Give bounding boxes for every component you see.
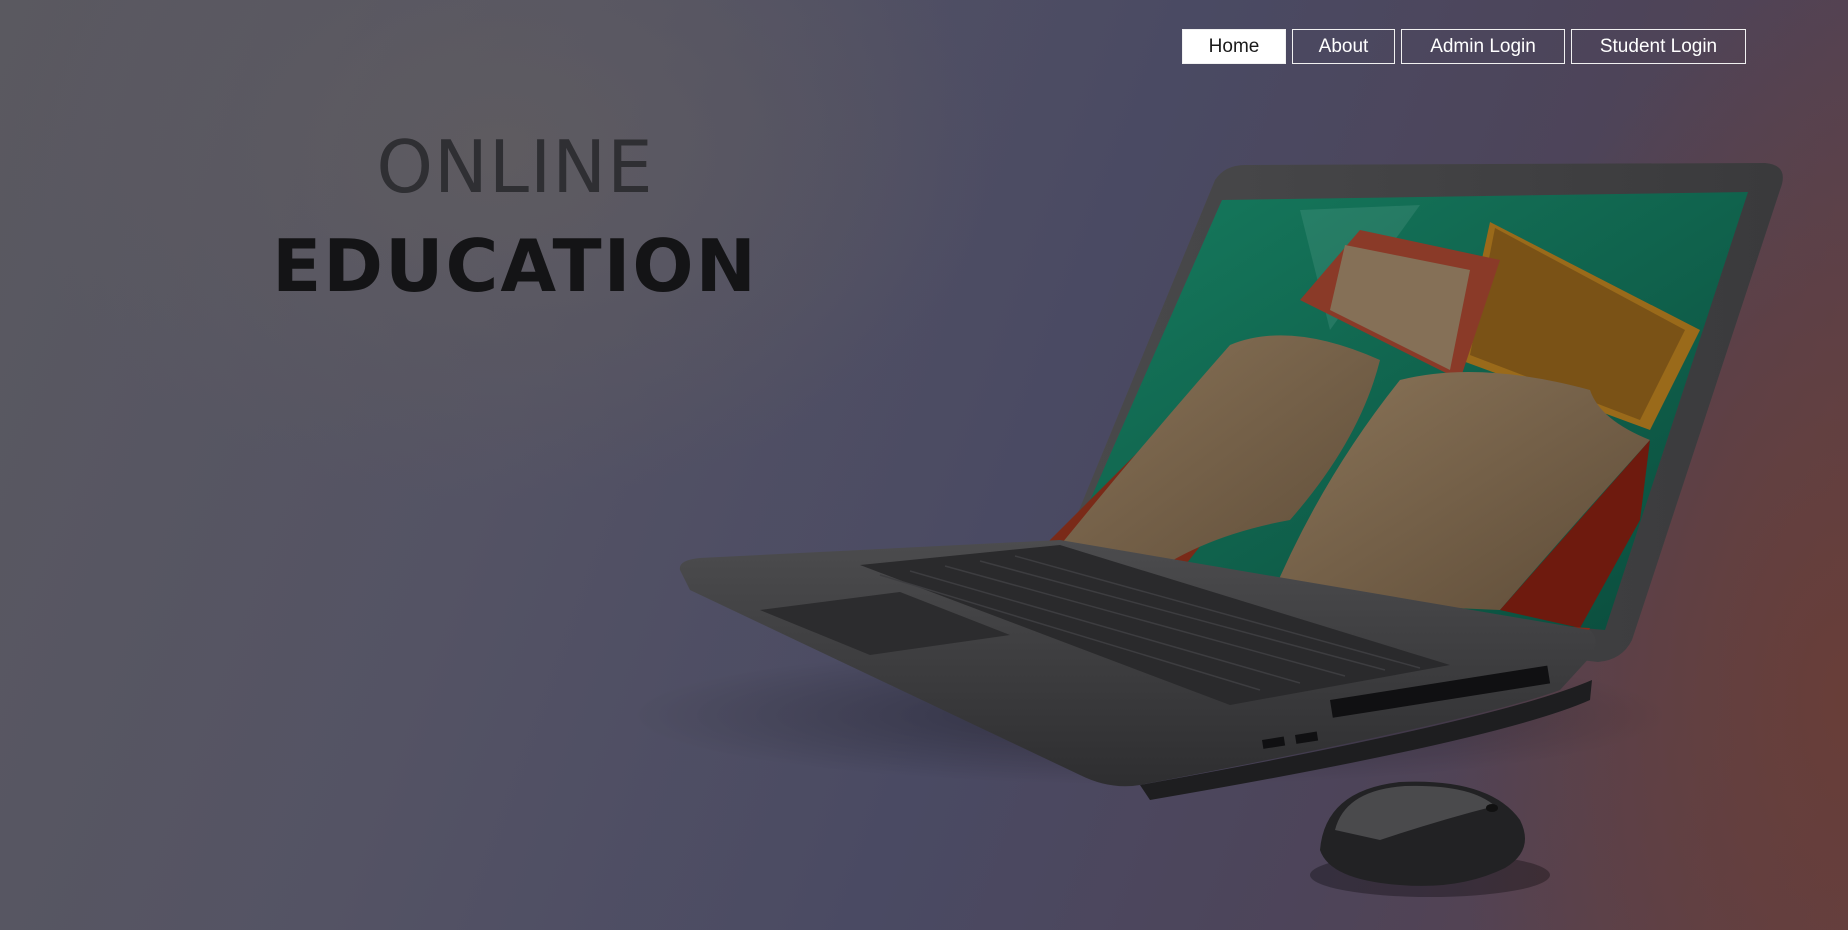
nav-about-button[interactable]: About [1292, 29, 1395, 64]
screen-glow [1300, 205, 1420, 330]
laptop-lid [1042, 163, 1783, 662]
hero-title-online: ONLINE [376, 125, 654, 209]
laptop-base [679, 540, 1596, 787]
laptop-screen [1055, 192, 1748, 630]
laptop-shadow [630, 645, 1670, 785]
book-back-red [1300, 230, 1500, 380]
nav-home-button[interactable]: Home [1182, 29, 1286, 64]
mouse-wheel [1486, 804, 1498, 812]
books-group [985, 222, 1700, 638]
top-nav: Home About Admin Login Student Login [1182, 29, 1746, 64]
book-right-page [1270, 372, 1650, 610]
book-left-page [1020, 335, 1380, 600]
book-bottom-cover [985, 598, 1590, 638]
nav-admin-login-button[interactable]: Admin Login [1401, 29, 1565, 64]
laptop-port [1330, 665, 1551, 718]
book-left-cover [1000, 430, 1260, 610]
laptop-usb-port-2 [1295, 731, 1319, 744]
laptop-front-edge [1140, 680, 1592, 800]
nav-student-login-button[interactable]: Student Login [1571, 29, 1746, 64]
mouse-top [1335, 785, 1495, 840]
laptop-touchpad [760, 592, 1010, 655]
laptop-keyboard [860, 545, 1450, 705]
book-back-orange-page [1470, 228, 1685, 420]
hero-title-education: EDUCATION [272, 224, 758, 308]
book-right-cover [1500, 440, 1650, 628]
keyboard-keys [879, 555, 1421, 691]
laptop-usb-port-1 [1262, 736, 1286, 749]
mouse-shadow [1310, 853, 1550, 897]
book-back-red-page [1330, 245, 1470, 370]
book-back-orange [1460, 222, 1700, 430]
mouse-body [1320, 781, 1525, 886]
